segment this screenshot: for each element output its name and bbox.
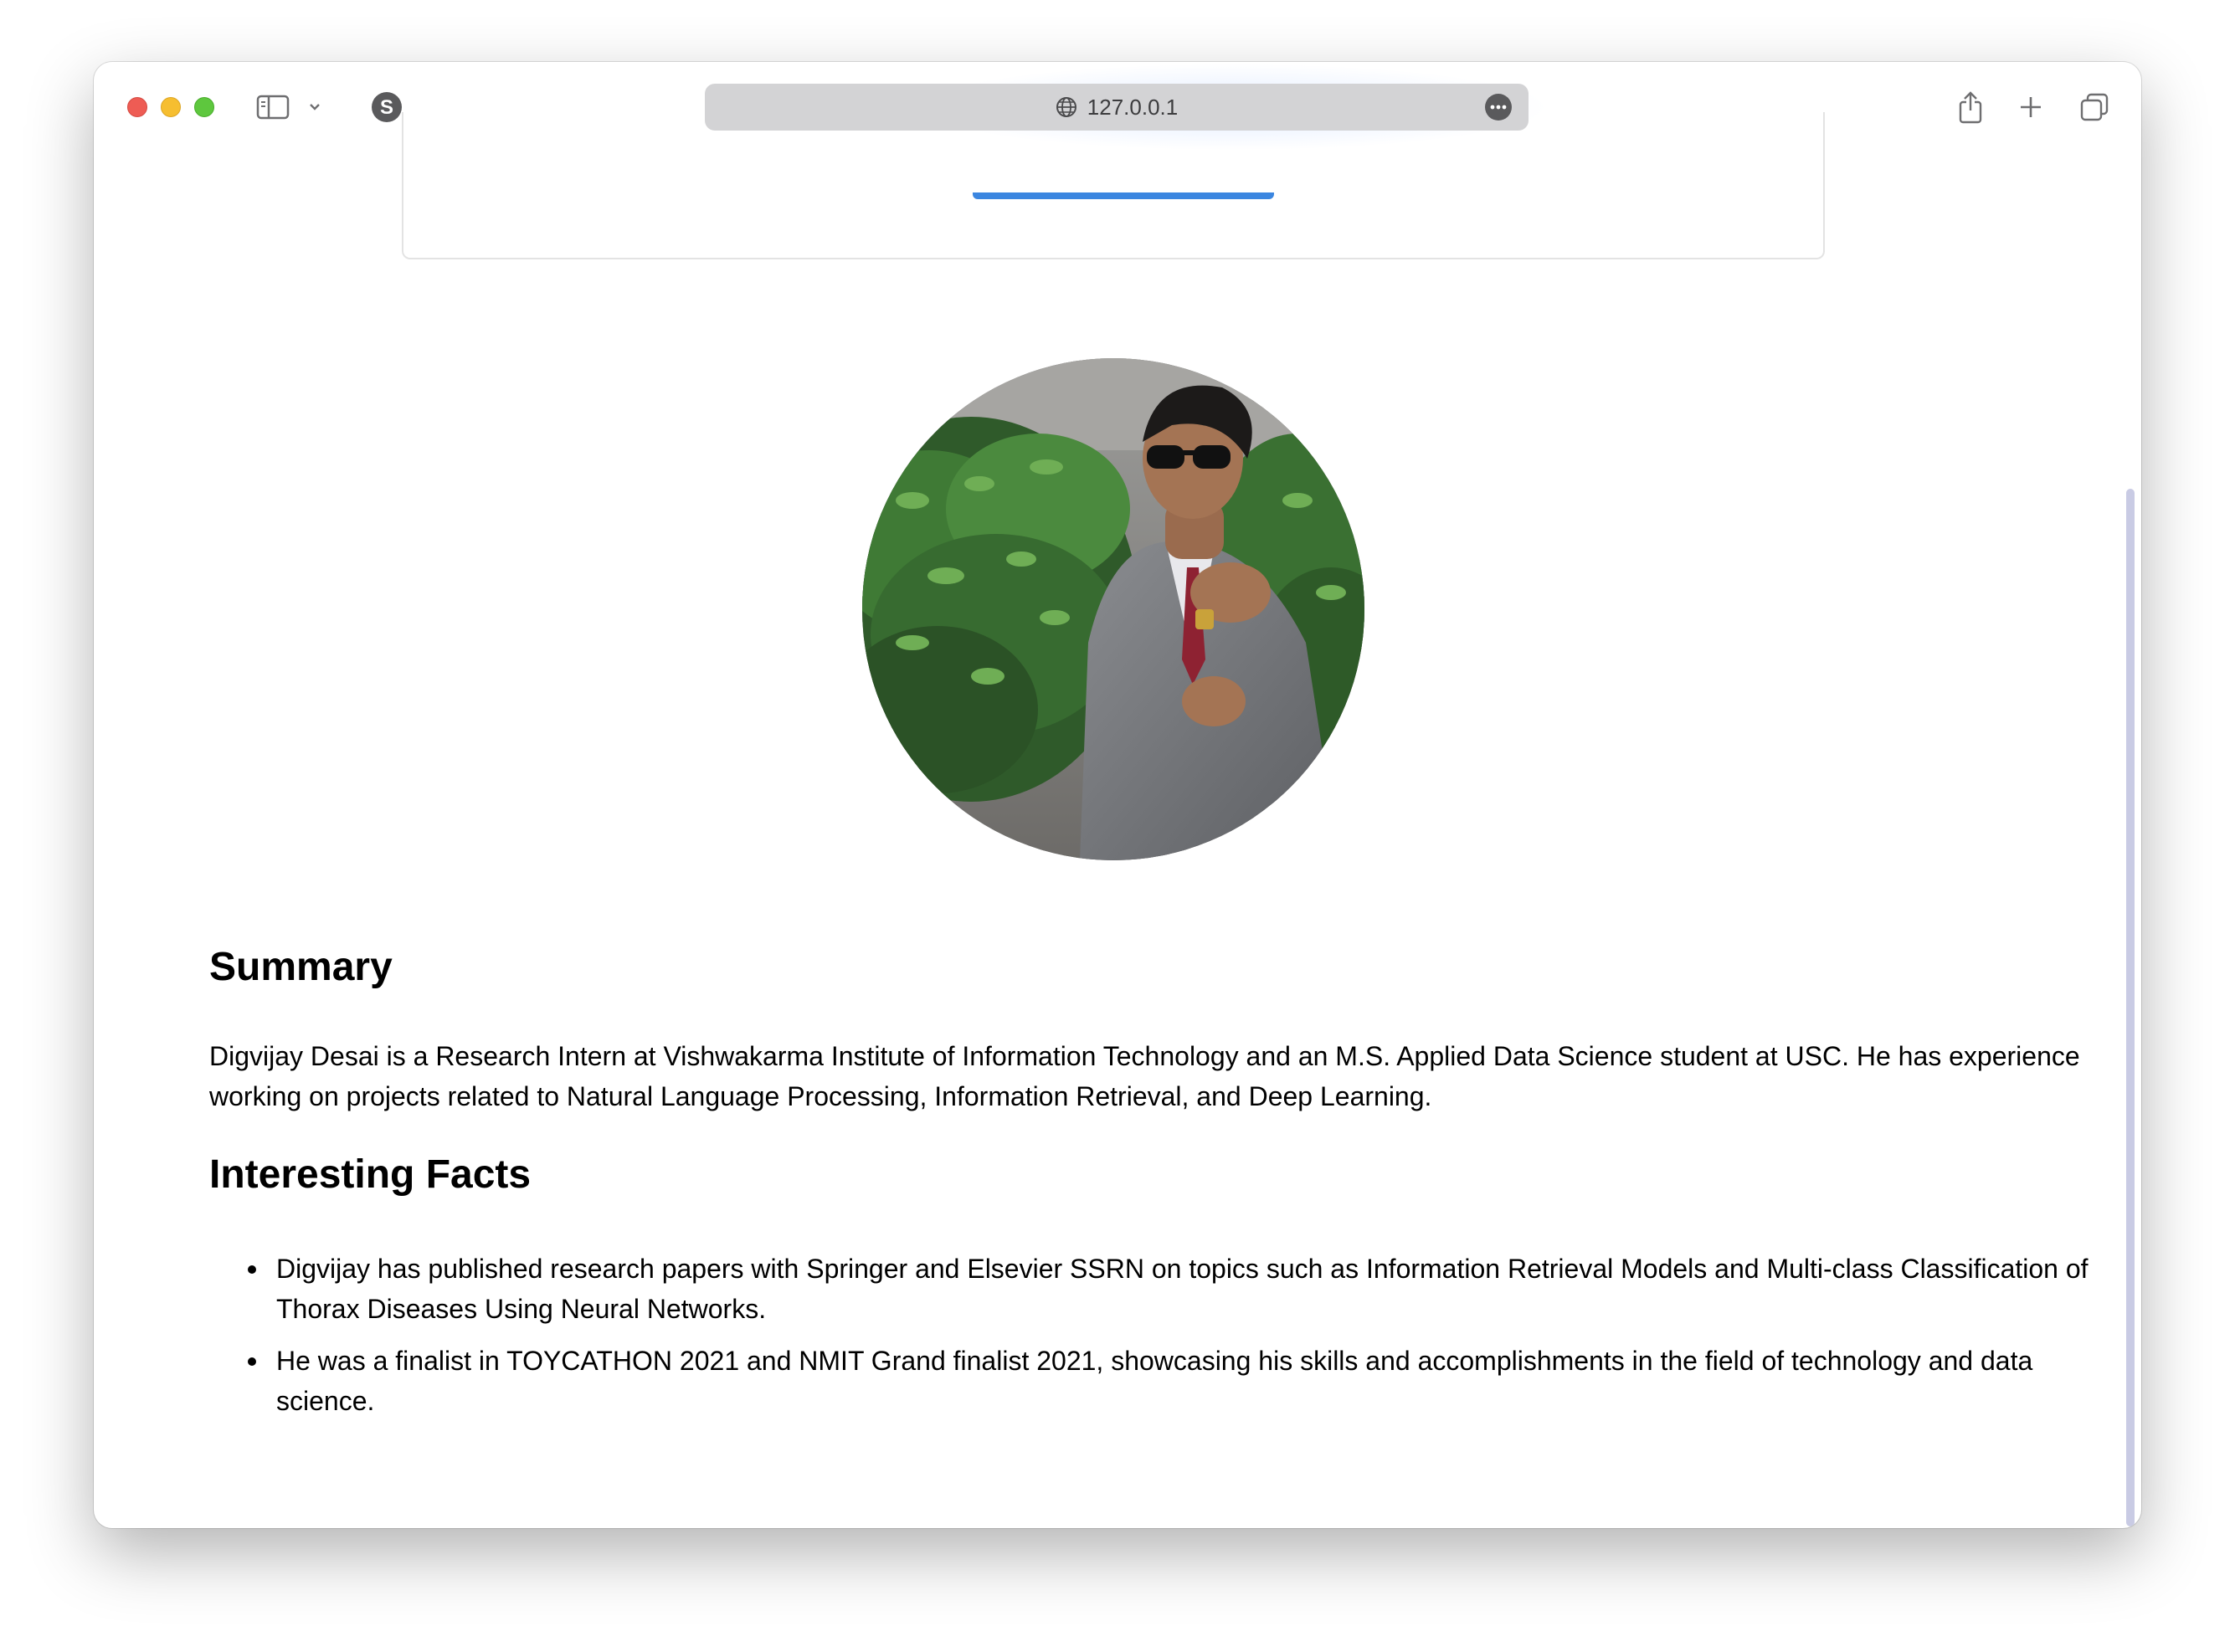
profile-photo [862, 358, 1364, 860]
close-window-button[interactable] [127, 97, 147, 117]
facts-heading: Interesting Facts [209, 1152, 532, 1197]
address-url: 127.0.0.1 [1087, 94, 1179, 120]
card-button-edge[interactable] [973, 192, 1274, 199]
svg-text:S: S [380, 96, 393, 119]
summary-text: Digvijay Desai is a Research Intern at V… [209, 1041, 2080, 1111]
profile-photo-image [862, 358, 1364, 860]
chevron-down-icon[interactable] [306, 90, 323, 124]
address-bar[interactable]: 127.0.0.1 [705, 84, 1529, 131]
sidebar-toggle-icon[interactable] [256, 90, 290, 124]
summary-heading: Summary [209, 945, 393, 989]
globe-icon [1056, 96, 1077, 118]
new-tab-icon[interactable] [2014, 90, 2047, 124]
extension-s-icon[interactable]: S [370, 90, 403, 124]
facts-list: Digvijay has published research papers w… [248, 1249, 2101, 1433]
more-options-icon[interactable] [1485, 94, 1512, 121]
list-item: Digvijay has published research papers w… [248, 1249, 2101, 1329]
browser-window: Summary Digvijay Desai is a Research Int… [94, 62, 2141, 1528]
share-icon[interactable] [1954, 90, 1987, 124]
list-item: He was a finalist in TOYCATHON 2021 and … [248, 1341, 2101, 1421]
minimize-window-button[interactable] [161, 97, 181, 117]
page-content: Summary Digvijay Desai is a Research Int… [94, 62, 2141, 1528]
tab-overview-icon[interactable] [2078, 90, 2111, 124]
zoom-window-button[interactable] [194, 97, 214, 117]
scrollbar[interactable] [2126, 489, 2135, 1526]
browser-toolbar: S 127.0.0.1 [94, 62, 2141, 151]
